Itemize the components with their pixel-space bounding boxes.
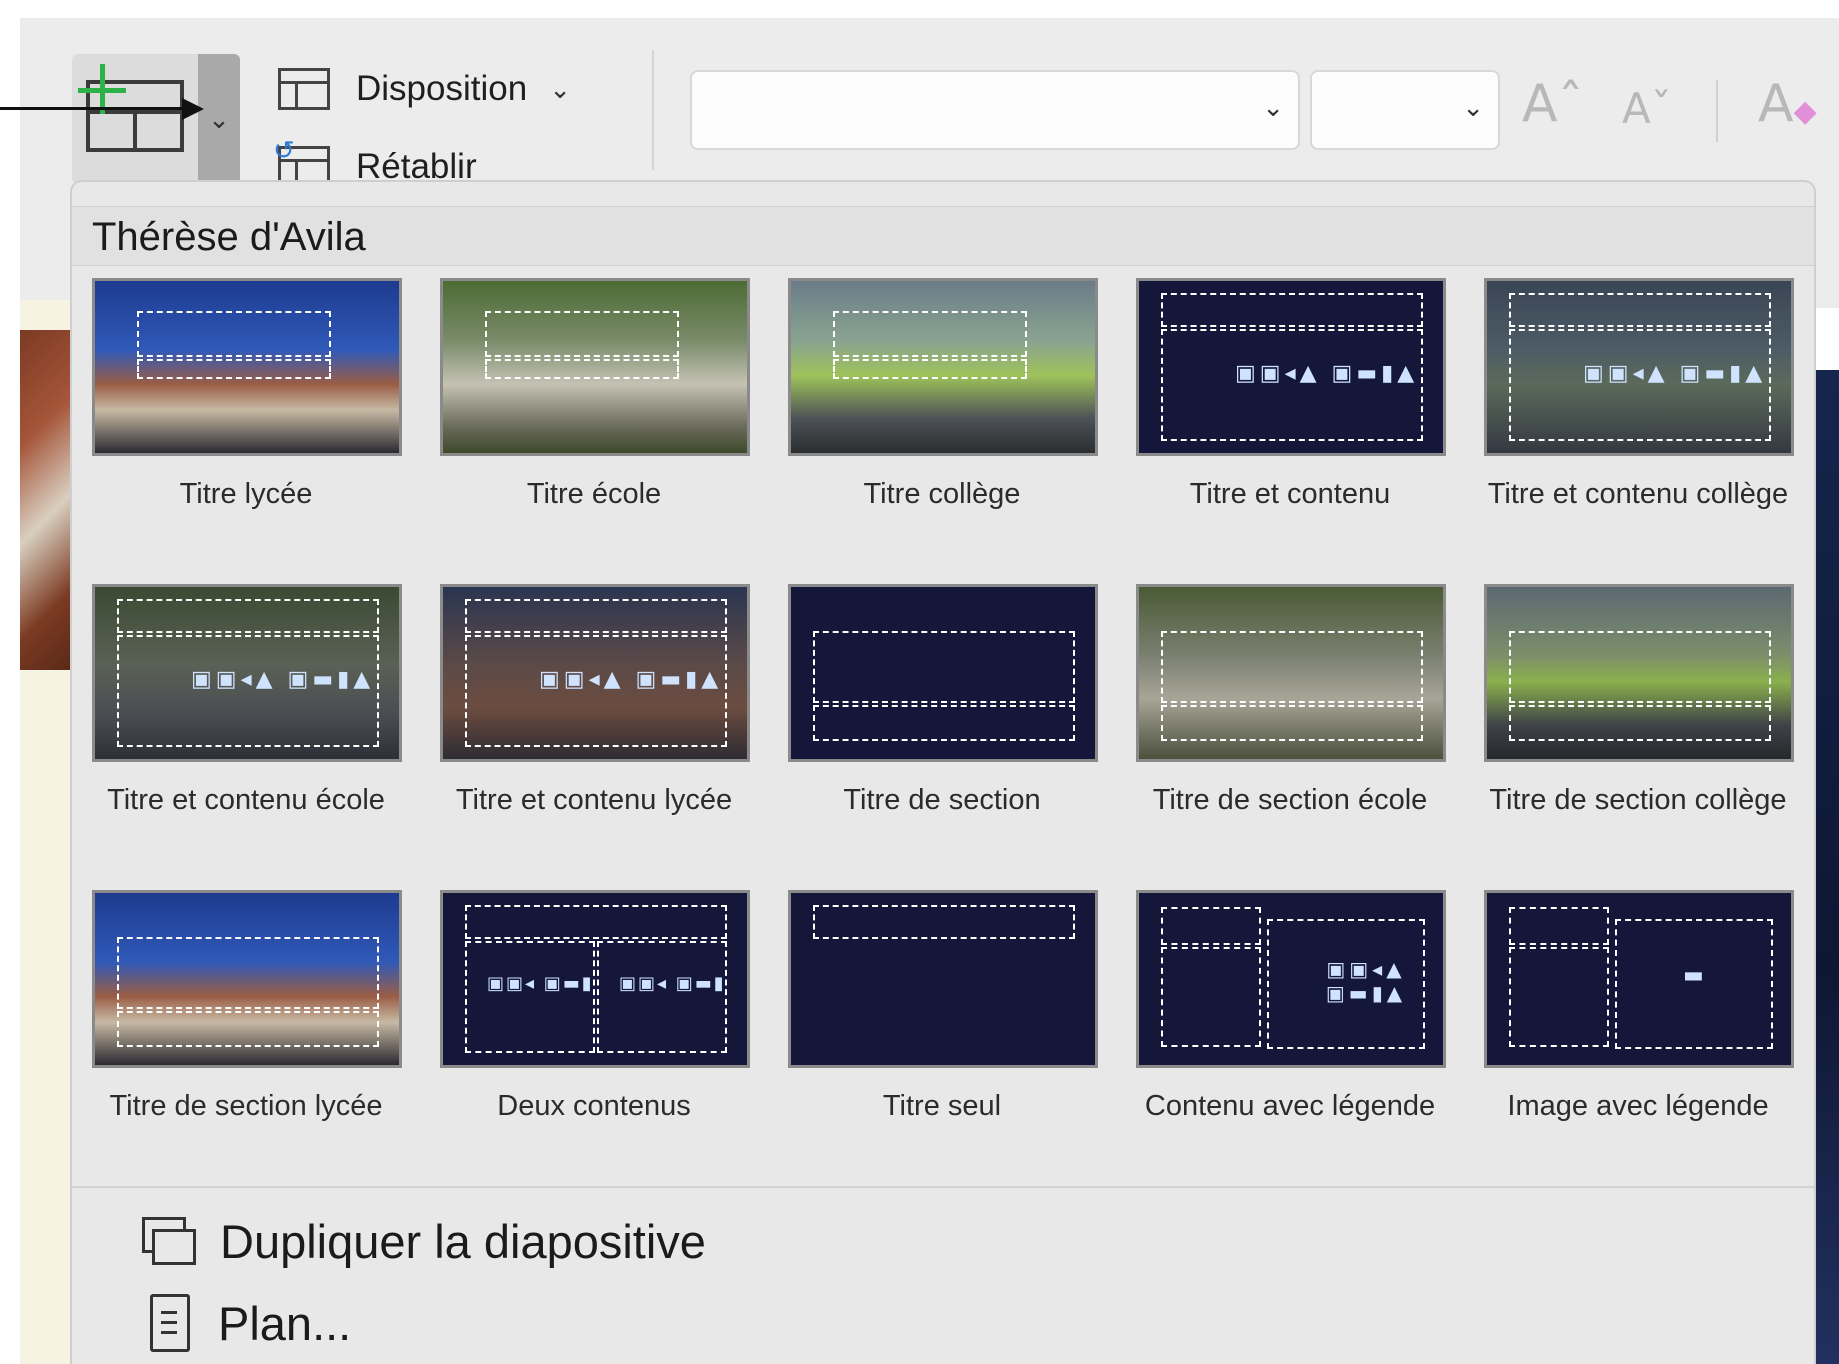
content-placeholder-icon: ▣▣◂▲ ▣▬▮▲ — [1325, 957, 1407, 1005]
layout-label: Titre de section lycée — [109, 1090, 383, 1122]
layout-thumbnail: ▣▣◂▲ ▣▬▮▲ — [1484, 278, 1794, 456]
layout-label: Titre et contenu lycée — [455, 784, 733, 816]
layout-thumbnail — [92, 278, 402, 456]
layout-icon — [278, 68, 330, 110]
annotation-arrow — [0, 107, 190, 110]
content-placeholder-icon: ▣▣◂ ▣▬▮ — [619, 973, 726, 994]
layout-thumbnail — [1136, 584, 1446, 762]
layout-thumbnail — [788, 584, 1098, 762]
layout-thumbnail: ▣▣◂ ▣▬▮ ▣▣◂ ▣▬▮ — [440, 890, 750, 1068]
layout-thumbnail: ▣▣◂▲ ▣▬▮▲ — [440, 584, 750, 762]
layout-thumbnail — [92, 890, 402, 1068]
layout-thumbnail — [1484, 584, 1794, 762]
new-slide-dropdown-button[interactable]: ⌄ — [198, 54, 240, 184]
menu-separator — [72, 1186, 1814, 1188]
layout-thumbnail: ▣▣◂▲ ▣▬▮▲ — [92, 584, 402, 762]
chevron-down-icon: ⌄ — [1462, 92, 1484, 122]
layout-thumbnail: ▬ — [1484, 890, 1794, 1068]
content-placeholder-icon: ▣▣◂▲ ▣▬▮▲ — [191, 667, 375, 692]
content-placeholder-icon: ▣▣◂ ▣▬▮ — [487, 973, 594, 994]
arrow-head-icon — [182, 98, 204, 120]
layout-button[interactable]: Disposition ⌄ — [278, 68, 571, 110]
content-placeholder-icon: ▣▣◂▲ ▣▬▮▲ — [539, 667, 723, 692]
decrease-font-size-icon[interactable]: Aˇ — [1622, 84, 1672, 133]
layout-thumbnail — [788, 278, 1098, 456]
image-placeholder-icon: ▬ — [1683, 963, 1708, 988]
content-placeholder-icon: ▣▣◂▲ ▣▬▮▲ — [1235, 361, 1419, 386]
layout-label: Deux contenus — [497, 1090, 691, 1122]
font-family-select[interactable]: ⌄ — [690, 70, 1300, 150]
layout-label: Titre école — [526, 478, 662, 510]
layout-gallery-panel: Thérèse d'Avila Titre lycée Titre école … — [70, 180, 1816, 1364]
layout-thumbnail — [440, 278, 750, 456]
chevron-down-icon: ⌄ — [1262, 92, 1284, 122]
ribbon-separator — [1716, 80, 1718, 142]
layout-label: Titre collège — [863, 478, 1021, 510]
clear-formatting-icon[interactable]: A◆ — [1758, 74, 1817, 134]
layout-label: Titre et contenu collège — [1487, 478, 1789, 510]
duplicate-slide-label: Dupliquer la diapositive — [220, 1215, 706, 1268]
layout-thumbnail: ▣▣◂▲ ▣▬▮▲ — [1136, 890, 1446, 1068]
chevron-down-icon: ⌄ — [549, 73, 571, 104]
layout-label: Titre lycée — [179, 478, 313, 510]
layout-label: Titre de section école — [1152, 784, 1428, 816]
content-placeholder-icon: ▣▣◂▲ ▣▬▮▲ — [1583, 361, 1767, 386]
outline-menu-item[interactable]: Plan... — [142, 1294, 351, 1352]
theme-name-header: Thérèse d'Avila — [72, 206, 1814, 266]
layout-label: Image avec légende — [1507, 1090, 1769, 1122]
increase-font-size-icon[interactable]: Aˆ — [1522, 74, 1584, 134]
layout-label: Contenu avec légende — [1144, 1090, 1436, 1122]
slide-preview-left — [20, 300, 70, 1364]
layout-label: Titre de section — [843, 784, 1041, 816]
layout-label: Titre et contenu — [1189, 478, 1391, 510]
layout-thumbnail — [788, 890, 1098, 1068]
layout-label: Titre de section collège — [1489, 784, 1787, 816]
duplicate-slide-menu-item[interactable]: Dupliquer la diapositive — [142, 1214, 706, 1269]
layout-label: Titre et contenu école — [107, 784, 385, 816]
duplicate-slide-icon — [142, 1216, 198, 1267]
layout-label: Disposition — [356, 69, 528, 108]
outline-label: Plan... — [218, 1296, 352, 1350]
font-size-select[interactable]: ⌄ — [1310, 70, 1500, 150]
slide-photo — [20, 330, 70, 670]
document-icon — [150, 1294, 190, 1352]
layout-thumbnail: ▣▣◂▲ ▣▬▮▲ — [1136, 278, 1446, 456]
layout-label: Titre seul — [882, 1090, 1002, 1122]
ribbon-separator — [652, 50, 654, 170]
